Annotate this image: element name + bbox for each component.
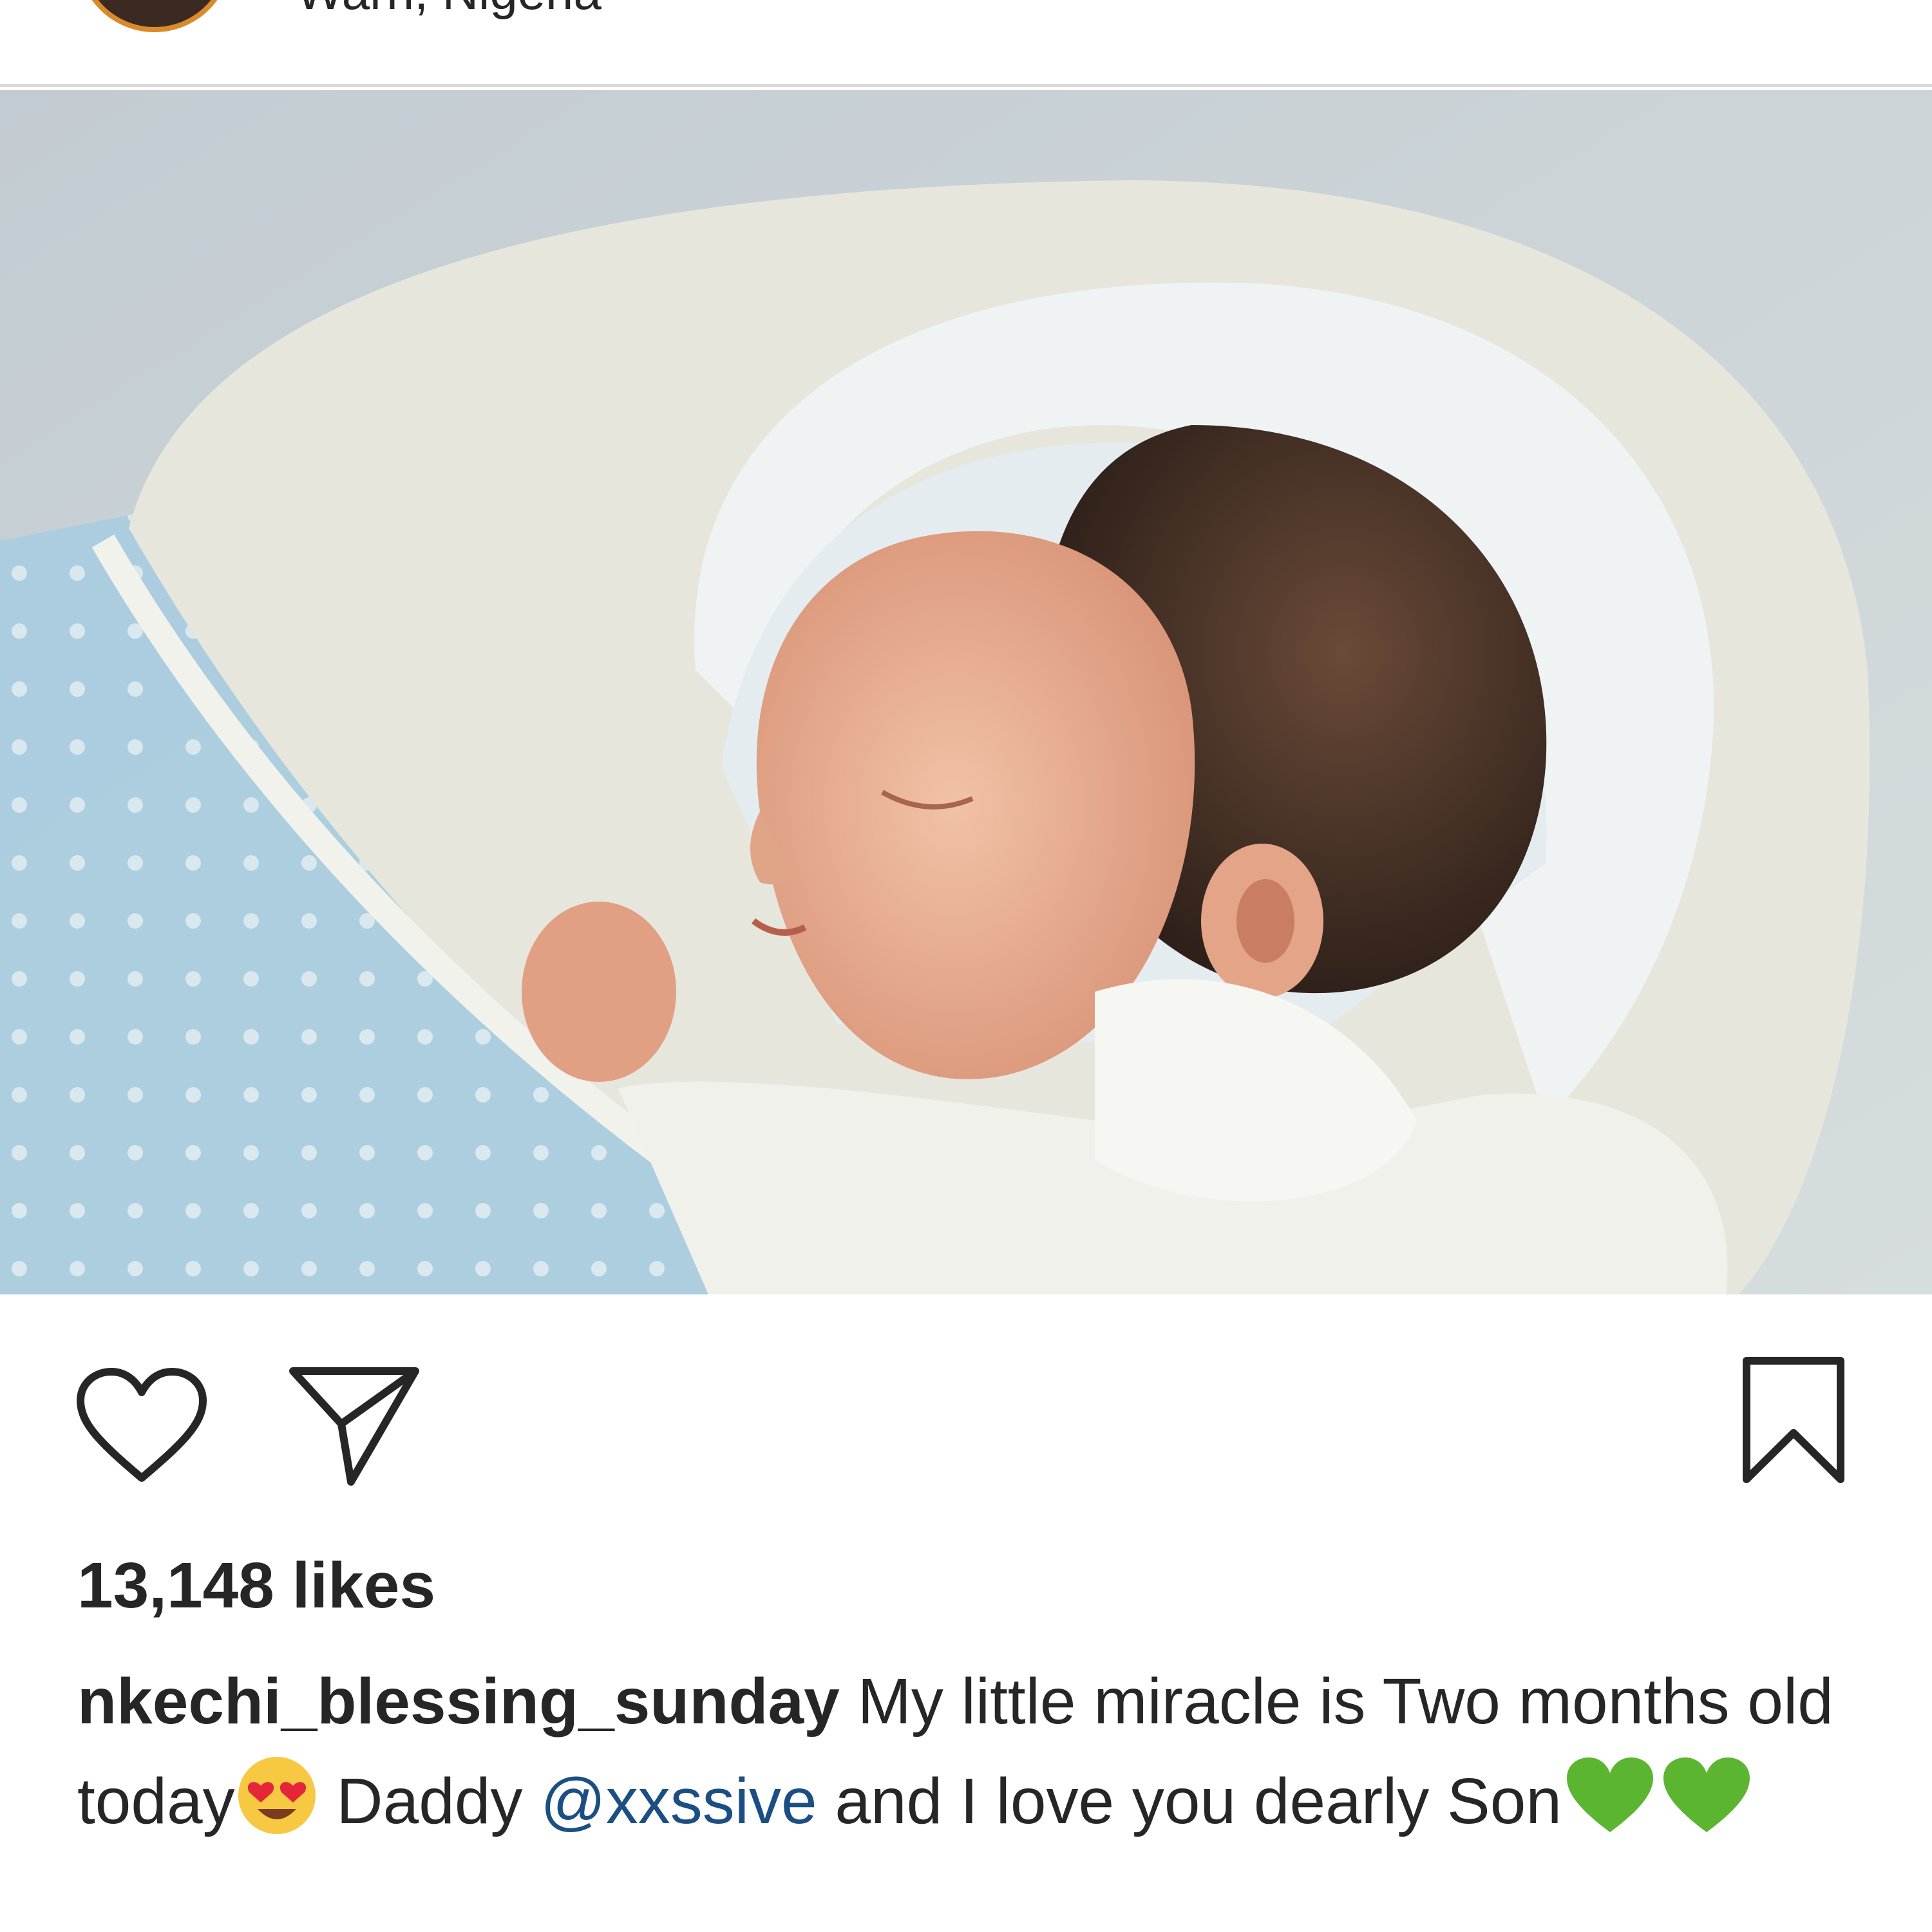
likes-count[interactable]: 13,148 likes	[77, 1549, 435, 1623]
mention-link[interactable]: @xxssive	[540, 1765, 817, 1837]
caption-text: Daddy	[318, 1765, 541, 1837]
post-caption: nkechi_blessing_sunday My little miracle…	[77, 1652, 1868, 1852]
paper-plane-icon[interactable]	[287, 1362, 422, 1491]
profile-avatar[interactable]	[77, 0, 232, 32]
post-header: Warri, Nigeria	[0, 0, 1932, 87]
green-heart-emoji	[1566, 1757, 1653, 1832]
heart-eyes-emoji	[238, 1757, 316, 1834]
green-heart-emoji	[1663, 1757, 1750, 1832]
caption-username[interactable]: nkechi_blessing_sunday	[77, 1665, 840, 1738]
post-photo[interactable]	[0, 90, 1932, 1294]
post-location[interactable]: Warri, Nigeria	[296, 0, 601, 21]
heart-outline-icon[interactable]	[74, 1365, 209, 1488]
caption-text: and I love you dearly Son	[817, 1765, 1562, 1837]
bookmark-icon[interactable]	[1739, 1356, 1848, 1484]
post-actions-bar	[0, 1327, 1932, 1494]
sleeping-baby-photo	[0, 90, 1932, 1294]
